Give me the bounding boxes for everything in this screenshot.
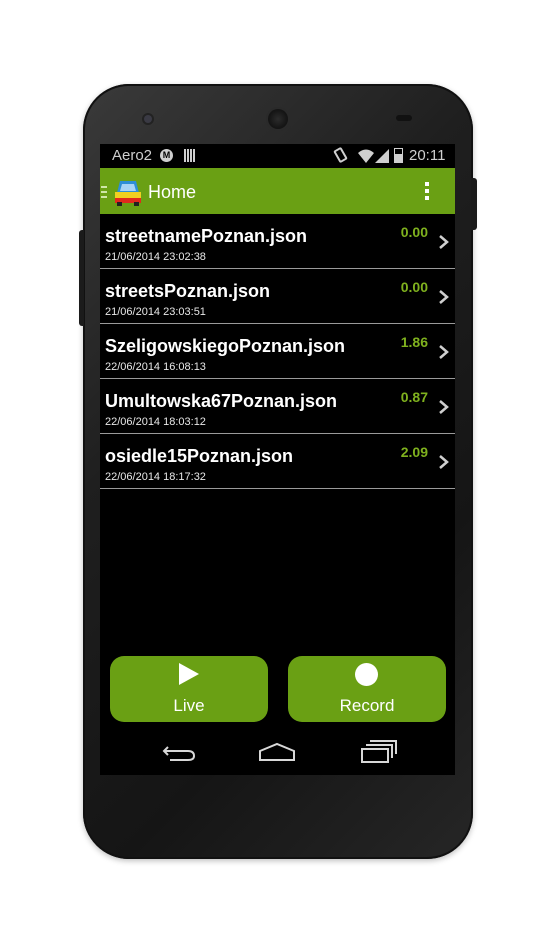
drawer-icon[interactable] (101, 186, 107, 200)
chevron-right-icon (439, 345, 449, 359)
recent-apps-icon[interactable] (358, 740, 398, 764)
chevron-right-icon (439, 235, 449, 249)
file-value: 0.00 (400, 279, 428, 295)
page-title: Home (148, 182, 197, 202)
front-camera (144, 115, 152, 123)
chevron-right-icon (439, 400, 449, 414)
live-button[interactable]: Live (110, 656, 268, 722)
battery-icon (394, 148, 403, 163)
file-value: 0.00 (400, 224, 428, 240)
file-date: 22/06/2014 18:17:32 (105, 471, 206, 483)
clock: 20:11 (409, 147, 446, 164)
list-item[interactable]: streetsPoznan.json 21/06/2014 23:03:51 0… (100, 269, 455, 324)
file-list: streetnamePoznan.json 21/06/2014 23:02:3… (100, 214, 455, 489)
file-date: 22/06/2014 18:03:12 (105, 416, 206, 428)
live-button-label: Live (173, 696, 205, 715)
overflow-menu-icon[interactable] (425, 182, 429, 202)
file-name: streetnamePoznan.json (105, 226, 308, 246)
record-icon (355, 663, 378, 686)
wifi-icon (358, 149, 374, 163)
file-name: streetsPoznan.json (105, 281, 271, 301)
status-bar: Aero2 M 20:11 (100, 144, 455, 168)
action-bar: Home (100, 168, 455, 214)
car-icon[interactable] (113, 177, 143, 207)
volume-button (79, 230, 84, 326)
record-button[interactable]: Record (288, 656, 446, 722)
list-item[interactable]: SzeligowskiegoPoznan.json 22/06/2014 16:… (100, 324, 455, 379)
navigation-bar (100, 732, 455, 775)
file-name: osiedle15Poznan.json (105, 446, 294, 466)
file-name: Umultowska67Poznan.json (105, 391, 338, 411)
chevron-right-icon (439, 290, 449, 304)
list-item[interactable]: Umultowska67Poznan.json 22/06/2014 18:03… (100, 379, 455, 434)
home-icon[interactable] (257, 742, 297, 764)
file-date: 21/06/2014 23:03:51 (105, 306, 206, 318)
chevron-right-icon (439, 455, 449, 469)
screen: Aero2 M 20:11 Home streetnamePoznan.json… (100, 144, 455, 775)
barcode-icon (184, 149, 195, 162)
vibrate-icon (333, 146, 348, 164)
file-value: 0.87 (400, 389, 428, 405)
back-icon[interactable] (160, 742, 200, 764)
record-button-label: Record (339, 696, 395, 715)
proximity-sensor (396, 115, 412, 121)
file-name: SzeligowskiegoPoznan.json (105, 336, 346, 356)
power-button (471, 178, 477, 230)
motorola-icon: M (160, 149, 173, 162)
play-icon (179, 663, 199, 685)
file-value: 2.09 (400, 444, 428, 460)
earpiece-speaker (268, 109, 288, 129)
list-item[interactable]: osiedle15Poznan.json 22/06/2014 18:17:32… (100, 434, 455, 489)
file-value: 1.86 (400, 334, 428, 350)
carrier-name: Aero2 (112, 147, 153, 164)
file-date: 21/06/2014 23:02:38 (105, 251, 206, 263)
file-date: 22/06/2014 16:08:13 (105, 361, 206, 373)
list-item[interactable]: streetnamePoznan.json 21/06/2014 23:02:3… (100, 214, 455, 269)
signal-icon (375, 149, 389, 163)
